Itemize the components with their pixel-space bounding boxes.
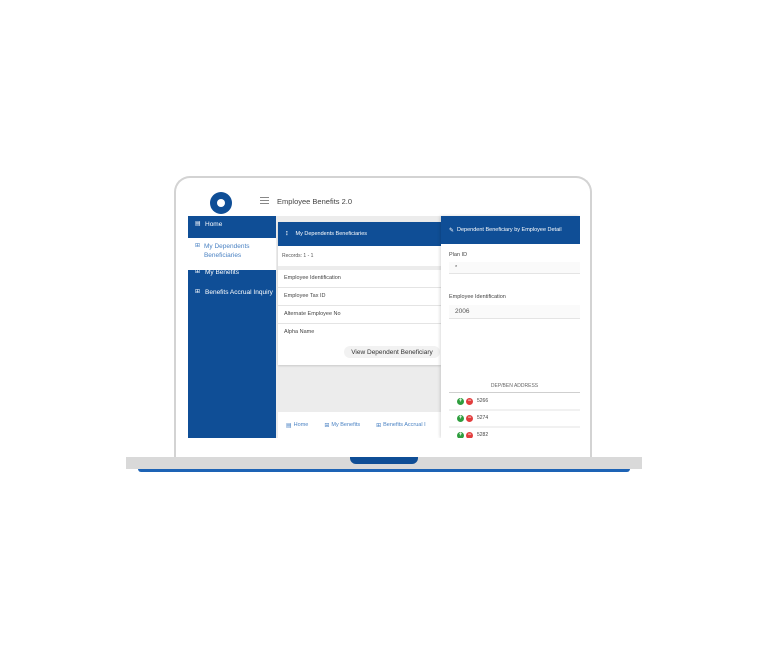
grid-icon: ⊞ (376, 422, 382, 429)
grid-icon: ⊞ (195, 243, 201, 249)
add-icon[interactable]: + (457, 431, 464, 438)
sidebar-item-label: Benefits Accrual Inquiry (205, 289, 273, 296)
bottom-nav-home[interactable]: ▤ Home (286, 422, 308, 429)
sidebar-item-label: My Benefits (205, 269, 239, 276)
sidebar-item-label: My Dependents Beneficiaries (203, 243, 250, 259)
heart-icon (217, 199, 225, 207)
chart-icon: ▤ (195, 221, 201, 227)
table-row[interactable]: + − 5266 (449, 393, 580, 411)
field-employee-tax-id[interactable]: Employee Tax ID (278, 288, 441, 306)
plan-id-label: Plan ID (449, 252, 468, 258)
sidebar-item-accrual[interactable]: ⊞ Benefits Accrual Inquiry (188, 288, 276, 297)
sidebar: ▤ Home ⊞ My Dependents Beneficiaries ⊞ M… (188, 216, 276, 438)
app-screen: Employee Benefits 2.0 ▤ Home ⊞ My Depend… (188, 186, 580, 438)
panel-header: ⋮ My Dependents Beneficiaries (278, 222, 441, 246)
employee-id-field[interactable]: 2006 (449, 305, 580, 319)
detail-title: Dependent Beneficiary by Employee Detail (457, 227, 562, 233)
panel-title: My Dependents Beneficiaries (295, 231, 368, 237)
app-logo (210, 192, 232, 214)
bottom-nav-my-benefits[interactable]: ⊞ My Benefits (324, 422, 360, 429)
bottom-nav: ▤ Home ⊞ My Benefits ⊞ Benefits Accrual … (278, 412, 448, 438)
bottom-nav-benefits-accrual[interactable]: ⊞ Benefits Accrual I (376, 422, 426, 429)
remove-icon[interactable]: − (466, 414, 473, 422)
address-value: 5282 (477, 432, 489, 438)
field-employee-identification[interactable]: Employee Identification (278, 270, 441, 288)
table-row[interactable]: + − 5282 (449, 427, 580, 438)
app-title: Employee Benefits 2.0 (277, 197, 353, 206)
field-alpha-name[interactable]: Alpha Name (278, 324, 441, 341)
sidebar-item-benefits[interactable]: ⊞ My Benefits (188, 268, 276, 277)
remove-icon[interactable]: − (466, 397, 473, 405)
laptop-notch (350, 457, 418, 464)
sidebar-item-home[interactable]: ▤ Home (188, 220, 276, 229)
pencil-icon: ✎ (449, 227, 455, 234)
address-value: 5274 (477, 415, 489, 421)
address-value: 5266 (477, 398, 489, 404)
remove-icon[interactable]: − (466, 431, 473, 438)
sidebar-item-label: Home (205, 221, 223, 228)
grid-icon: ⊞ (195, 289, 201, 295)
add-icon[interactable]: + (457, 397, 464, 405)
view-dependent-beneficiary-button[interactable]: View Dependent Beneficiary (344, 346, 440, 358)
employee-id-label: Employee Identification (449, 294, 506, 300)
bottom-nav-label: Home (293, 422, 309, 428)
field-alternate-employee-no[interactable]: Alternate Employee No (278, 306, 441, 324)
bottom-nav-label: Benefits Accrual I (383, 422, 426, 428)
table-row[interactable]: + − 5274 (449, 410, 580, 428)
detail-header: ✎ Dependent Beneficiary by Employee Deta… (441, 216, 580, 244)
hamburger-menu-icon[interactable] (260, 197, 269, 206)
sidebar-item-dependents[interactable]: ⊞ My Dependents Beneficiaries (188, 238, 276, 270)
dependents-panel: ⋮ My Dependents Beneficiaries Records: 1… (278, 222, 441, 365)
kebab-menu-icon[interactable]: ⋮ (284, 231, 290, 237)
chart-icon: ▤ (286, 422, 292, 429)
bottom-nav-label: My Benefits (331, 422, 361, 428)
records-count: Records: 1 - 1 (282, 253, 314, 259)
grid-icon: ⊞ (195, 269, 201, 275)
add-icon[interactable]: + (457, 414, 464, 422)
column-header-dep-ben-address[interactable]: DEP/BEN ADDRESS (449, 380, 580, 393)
top-bar: Employee Benefits 2.0 (188, 186, 580, 216)
detail-panel: ✎ Dependent Beneficiary by Employee Deta… (441, 216, 580, 438)
laptop-base-edge (138, 469, 630, 472)
grid-icon: ⊞ (324, 422, 330, 429)
plan-id-field[interactable]: * (449, 262, 580, 274)
